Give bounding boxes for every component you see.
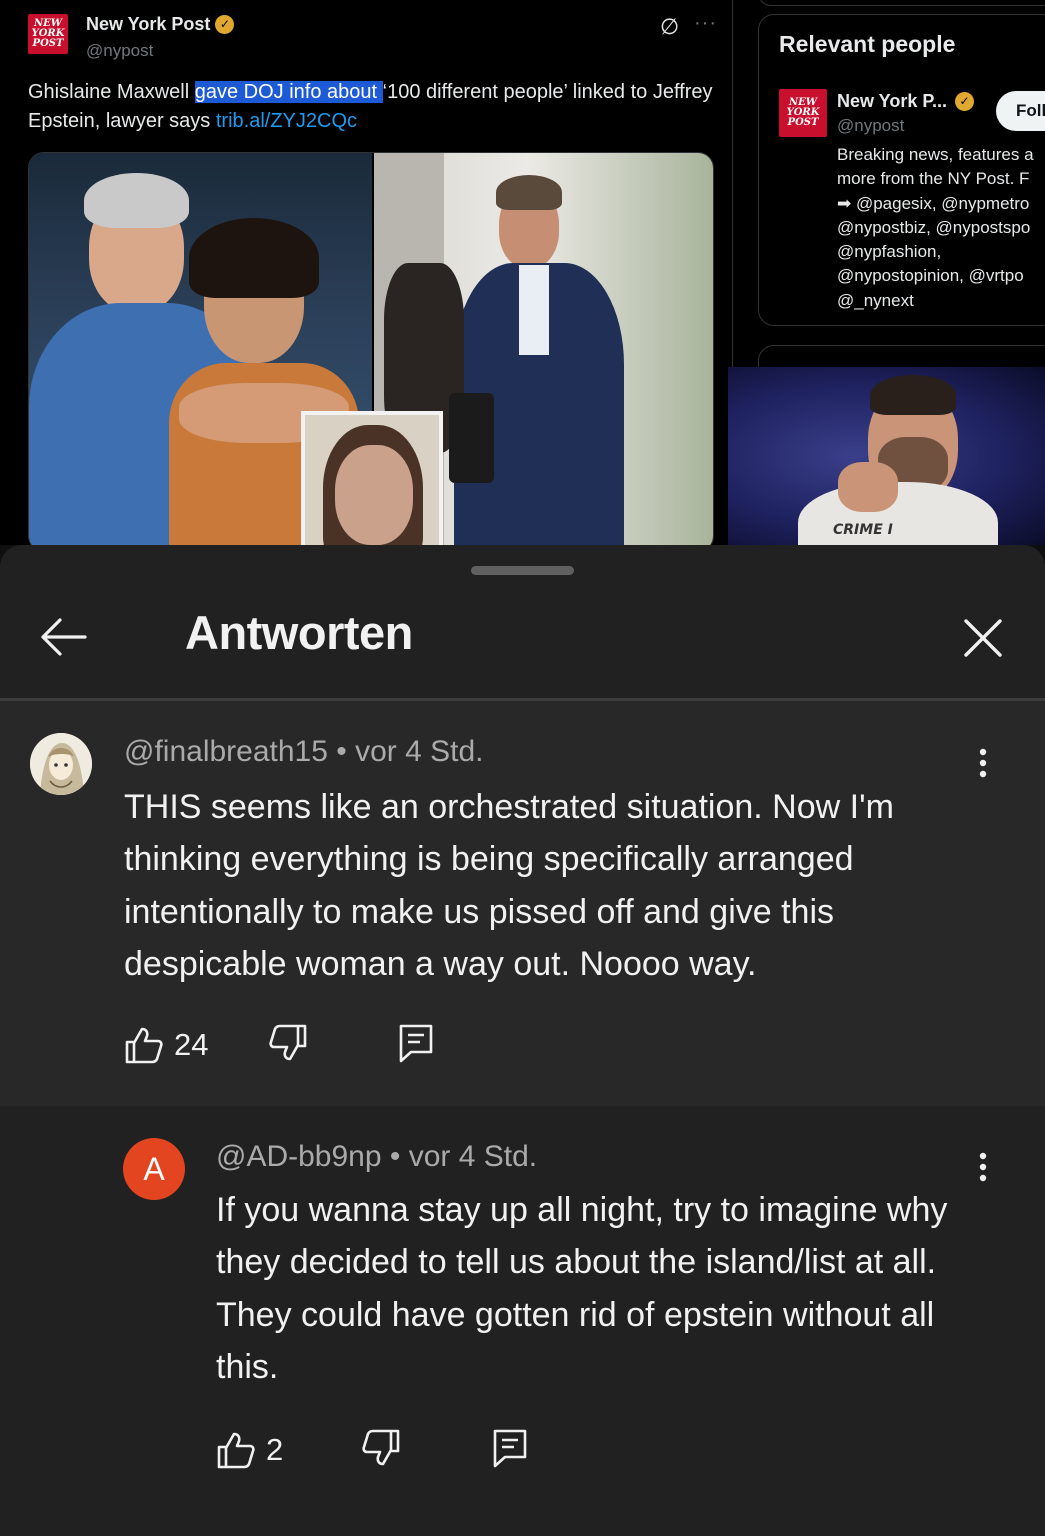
comment-meta[interactable]: @finalbreath15 • vor 4 Std. [124,735,484,769]
thumbs-up-icon [125,1027,163,1064]
user-avatar[interactable]: A [123,1138,185,1200]
comment-menu-button[interactable] [971,1145,995,1189]
person-handle: @nypost [837,116,905,135]
reply-button[interactable] [398,1021,434,1065]
more-icon: ··· [694,12,717,34]
tweet-author-handle: @nypost [86,41,154,60]
like-button[interactable] [124,1023,164,1067]
highlighted-text: gave DOJ info about [194,81,383,103]
dislike-button[interactable] [361,1426,401,1470]
sidebar-card [758,0,1045,6]
video-player[interactable]: NEW YORK POST New York Post ✓ @nypost ∅ ··… [0,0,1045,545]
follow-button: Foll [996,91,1045,131]
comment-icon [493,1429,527,1468]
thumbs-down-icon [362,1429,400,1466]
relevant-people-card: Relevant people NEW YORK POST New York P..… [758,14,1045,326]
like-count: 24 [174,1027,209,1062]
close-button[interactable] [960,615,1006,661]
more-vertical-icon [979,1152,987,1182]
thumbs-down-icon [269,1024,307,1061]
person-bio: Breaking news, features a more from the … [837,145,1034,310]
replies-sheet: Antworten @finalbreath15 • vor 4 Std. TH… [0,545,1045,1536]
comment-text: THIS seems like an orchestrated situatio… [124,788,894,983]
back-button[interactable] [38,615,88,659]
drag-handle[interactable] [471,566,574,575]
nypost-logo: NEW YORK POST [28,14,68,54]
comment-text: If you wanna stay up all night, try to i… [216,1191,948,1386]
reply-button[interactable] [492,1426,528,1470]
thumbs-up-icon [217,1432,255,1469]
close-icon [964,619,1002,657]
like-button[interactable] [216,1428,256,1472]
person-name: New York P... ✓ [837,91,975,112]
verified-badge-icon: ✓ [215,15,235,34]
tweet-panel: NEW YORK POST New York Post ✓ @nypost ∅ ··… [8,0,733,545]
grok-icon: ∅ [660,14,680,39]
tweet-link: trib.al/ZYJ2CQc [215,110,358,132]
anime-avatar-icon [30,733,92,795]
shirt-print: CRIME I [833,522,893,538]
reply-item: A @AD-bb9np • vor 4 Std. If you wanna st… [0,1106,1045,1536]
sheet-title: Antworten [185,606,413,659]
arrow-left-icon [41,618,87,656]
photo-mugshot [301,411,443,545]
verified-badge-icon: ✓ [955,92,975,111]
relevant-people-title: Relevant people [779,31,956,57]
tweet-text: Ghislaine Maxwell gave DOJ info about ‘1… [28,81,713,132]
tweet-author-name: New York Post ✓ [86,14,235,35]
comment-item: @finalbreath15 • vor 4 Std. THIS seems l… [0,701,1045,1106]
user-avatar[interactable] [30,733,92,795]
more-vertical-icon [979,748,987,778]
nypost-avatar: NEW YORK POST [779,89,827,137]
tweet-image-collage [28,152,714,545]
like-count: 2 [266,1432,284,1467]
dislike-button[interactable] [268,1021,308,1065]
avatar-letter: A [143,1150,165,1187]
streamer-webcam: CRIME I [728,367,1045,545]
comment-menu-button[interactable] [971,741,995,785]
comment-meta[interactable]: @AD-bb9np • vor 4 Std. [216,1140,537,1174]
comment-icon [399,1024,433,1063]
